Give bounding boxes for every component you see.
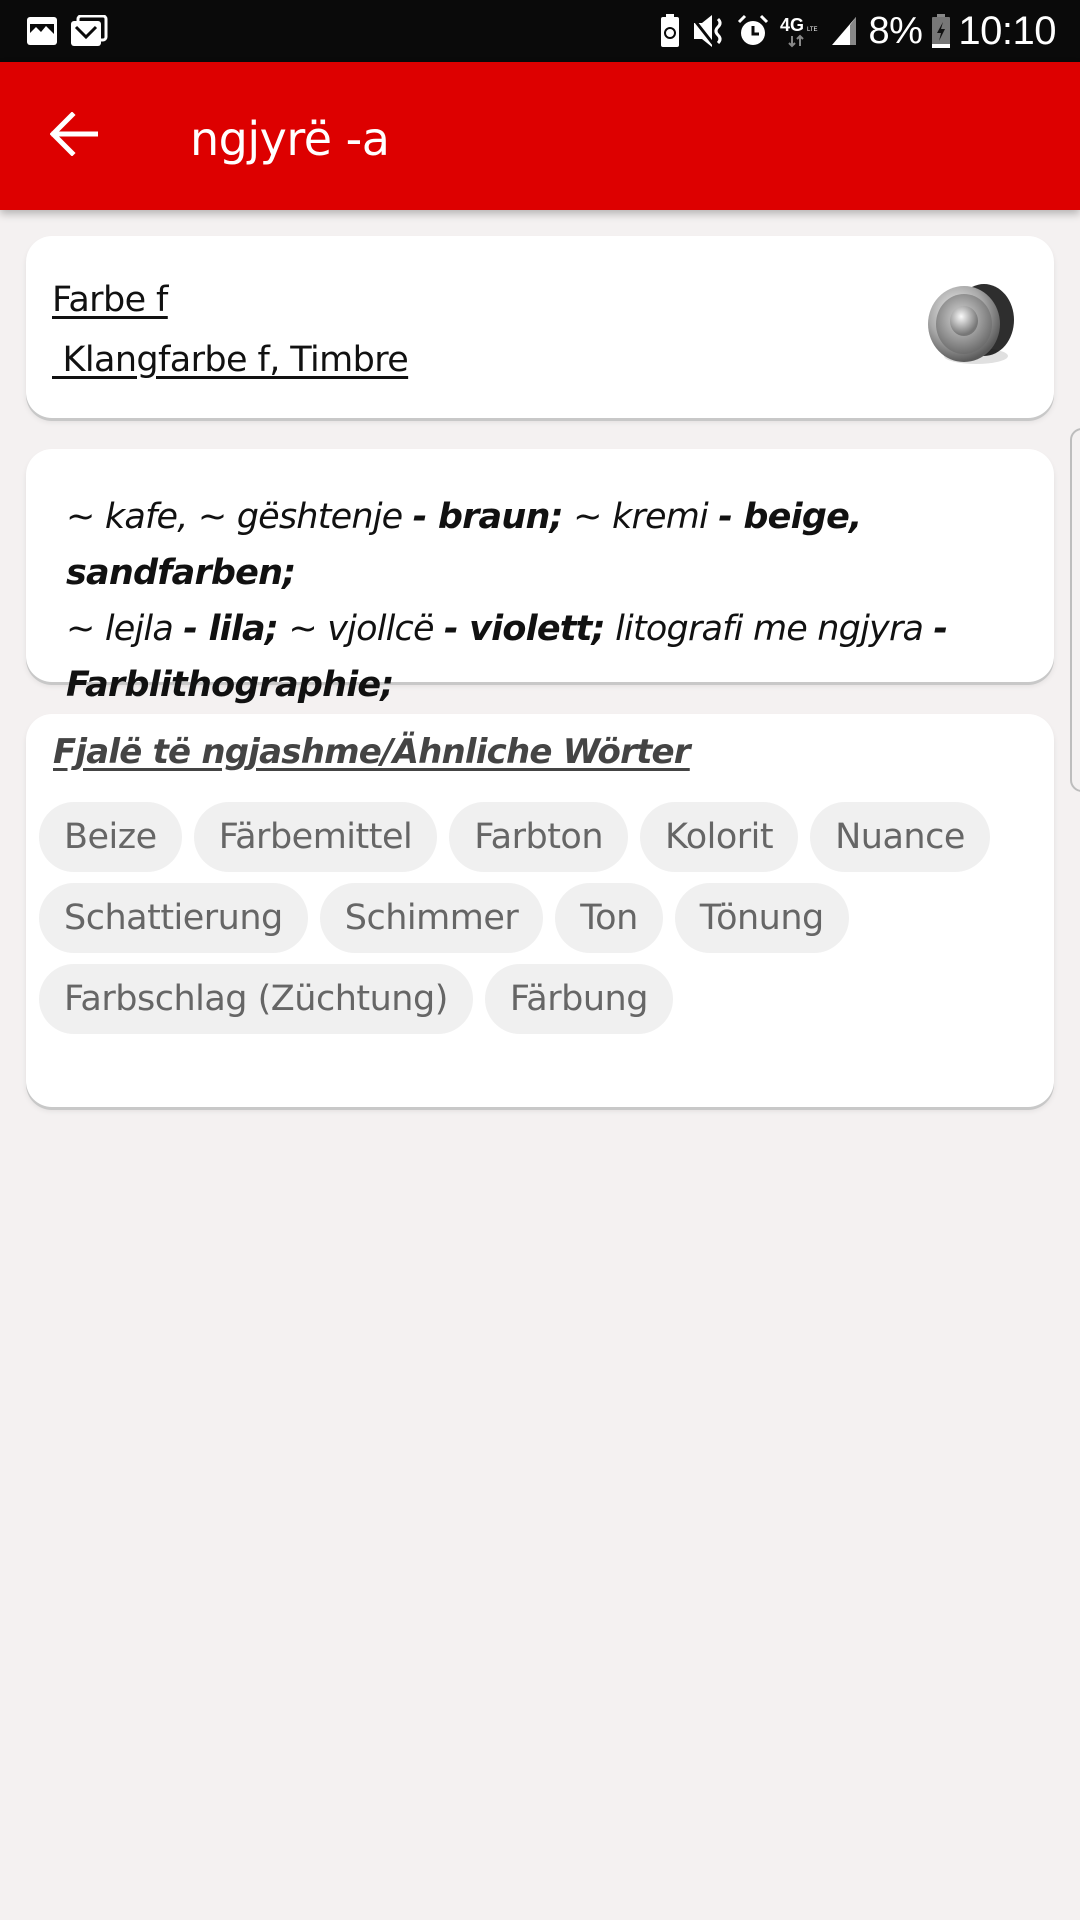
network-type-label: 4G: [780, 15, 804, 35]
translation-card: Farbe f Klangfarbe f, Timbre: [26, 236, 1054, 418]
example-phrase: ~ kremi: [562, 497, 719, 537]
word-chip[interactable]: Färbung: [484, 964, 673, 1034]
back-button[interactable]: [24, 86, 124, 186]
example-translation: - violett;: [444, 609, 606, 649]
status-bar-left: [26, 15, 120, 47]
word-chip[interactable]: Farbton: [449, 802, 629, 872]
similar-words-card: Fjalë të ngjashme/Ähnliche Wörter Beize …: [26, 714, 1054, 1107]
translation-link[interactable]: Farbe f: [52, 280, 168, 320]
word-chip[interactable]: Nuance: [810, 802, 990, 872]
example-phrase: ~ lejla: [66, 609, 184, 649]
lte-4g-icon: 4G LTE: [780, 14, 820, 48]
similar-words-heading: Fjalë të ngjashme/Ähnliche Wörter: [53, 732, 691, 772]
status-bar-right: 4G LTE 8% 10:10: [650, 9, 1056, 54]
word-chip[interactable]: Kolorit: [640, 802, 799, 872]
arrow-left-icon: [49, 111, 99, 160]
example-translation: - lila;: [183, 609, 279, 649]
word-chip[interactable]: Farbschlag (Züchtung): [39, 964, 473, 1034]
email-icon: [70, 15, 108, 47]
signal-icon: [830, 15, 858, 47]
vibrate-mute-icon: [690, 15, 726, 47]
word-chip[interactable]: Tönung: [674, 883, 849, 953]
word-chip[interactable]: Färbemittel: [193, 802, 438, 872]
speaker-icon: [914, 284, 1024, 386]
example-phrase: litografi me ngjyra: [604, 609, 934, 649]
battery-saver-icon: [660, 14, 680, 48]
examples-text: ~ kafe, ~ gështenje - braun; ~ kremi - b…: [66, 489, 1014, 713]
word-chip[interactable]: Schimmer: [319, 883, 544, 953]
word-chip[interactable]: Schattierung: [39, 883, 308, 953]
examples-card: ~ kafe, ~ gështenje - braun; ~ kremi - b…: [26, 449, 1054, 705]
alarm-icon: [736, 14, 770, 48]
edge-panel-handle[interactable]: [1070, 428, 1080, 792]
play-audio-button[interactable]: [914, 272, 1024, 382]
app-bar: ngjyrë -a: [0, 62, 1080, 210]
page-title: ngjyrë -a: [190, 112, 390, 166]
battery-charging-icon: [932, 14, 951, 48]
word-chip[interactable]: Ton: [555, 883, 663, 953]
status-bar: 4G LTE 8% 10:10: [0, 0, 1080, 62]
svg-text:LTE: LTE: [807, 27, 818, 33]
clock: 10:10: [958, 8, 1056, 53]
word-chip[interactable]: Beize: [39, 802, 182, 872]
gallery-icon: [26, 16, 58, 46]
translation-link[interactable]: Klangfarbe f, Timbre: [52, 340, 409, 380]
battery-percent: 8%: [868, 9, 923, 52]
similar-words-chips: Beize Färbemittel Farbton Kolorit Nuance…: [39, 802, 1034, 1045]
example-phrase: ~ vjollcë: [278, 609, 445, 649]
example-translation: - braun;: [412, 497, 564, 537]
example-phrase: ~ kafe, ~ gështenje: [66, 497, 413, 537]
